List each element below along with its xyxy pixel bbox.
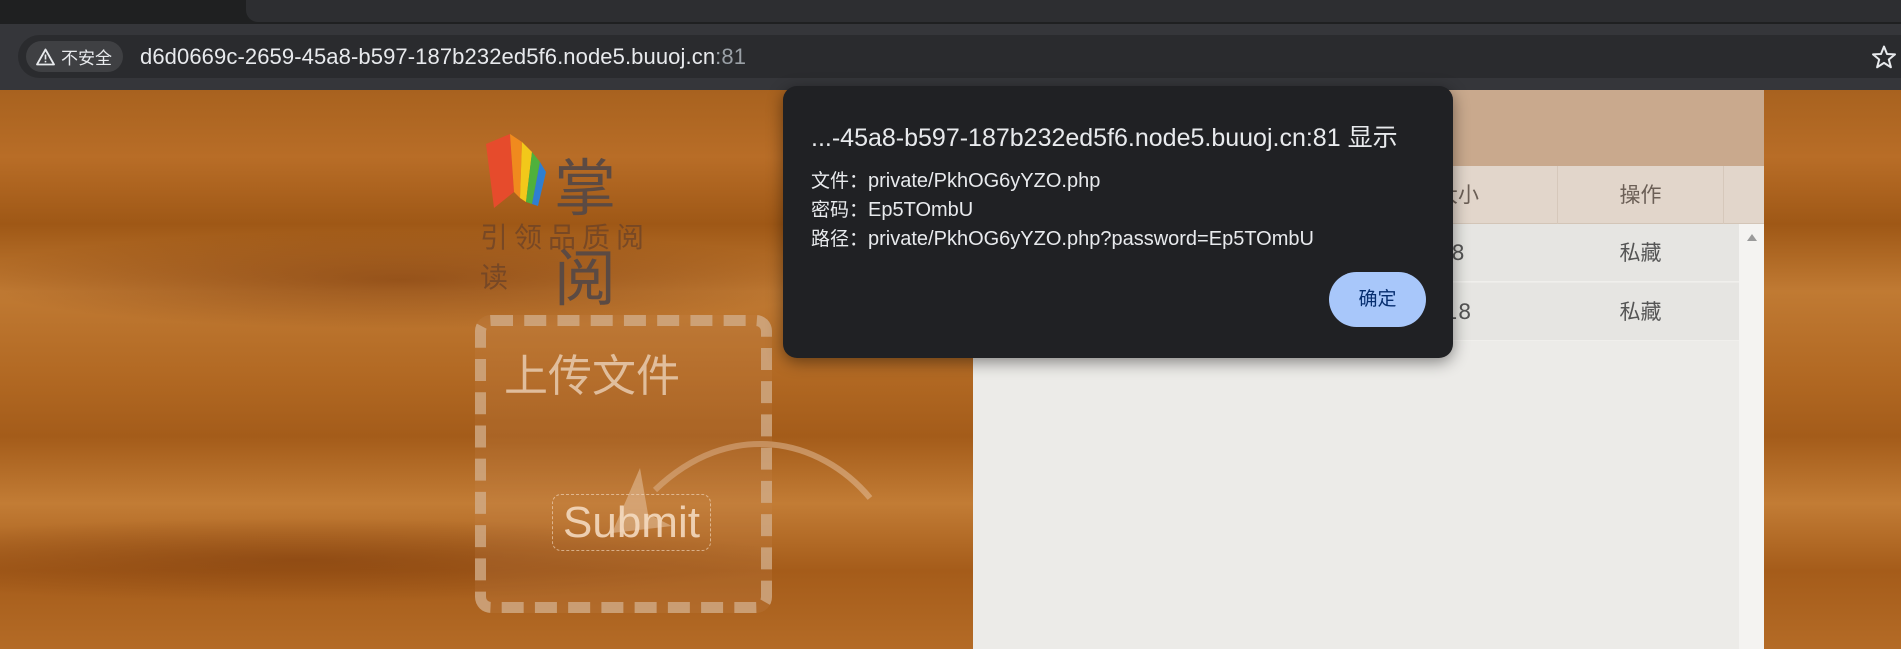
message-key: 密码： [811, 199, 869, 221]
security-chip-label: 不安全 [61, 49, 112, 69]
browser-toolbar: 不安全 d6d0669c-2659-45a8-b597-187b232ed5f6… [0, 24, 1901, 90]
dialog-message-line: 密码：Ep5TOmbU [811, 195, 973, 222]
cell-action[interactable]: 私藏 [1558, 224, 1723, 282]
warning-triangle-icon [36, 48, 55, 66]
dialog-title-suffix: 显示 [1347, 123, 1398, 152]
tab-strip [0, 0, 1901, 24]
star-icon[interactable] [1871, 44, 1897, 70]
alert-dialog: ...-45a8-b597-187b232ed5f6.node5.buuoj.c… [783, 86, 1453, 358]
security-chip[interactable]: 不安全 [26, 41, 123, 72]
message-value: Ep5TOmbU [868, 199, 974, 221]
logo-slogan: 引领品质阅读 [480, 221, 651, 294]
cell-action[interactable]: 私藏 [1558, 283, 1723, 341]
column-header-action: 操作 [1619, 183, 1662, 207]
logo: 掌阅 引领品质阅读 [480, 130, 680, 315]
dialog-message-line: 文件：private/PkhOG6yYZO.php [811, 166, 1100, 193]
message-value: private/PkhOG6yYZO.php [868, 170, 1101, 192]
url-host: d6d0669c-2659-45a8-b597-187b232ed5f6.nod… [140, 44, 716, 69]
column-divider [1723, 166, 1724, 224]
dialog-origin: ...-45a8-b597-187b232ed5f6.node5.buuoj.c… [811, 124, 1341, 152]
dialog-title: ...-45a8-b597-187b232ed5f6.node5.buuoj.c… [811, 118, 1398, 154]
message-value: private/PkhOG6yYZO.php?password=Ep5TOmbU [868, 228, 1314, 250]
book-logo-icon [486, 134, 546, 208]
ok-button[interactable]: 确定 [1329, 272, 1426, 327]
message-key: 文件： [811, 170, 869, 192]
table-scrollbar[interactable] [1739, 224, 1764, 649]
scroll-up-arrow-icon[interactable] [1747, 234, 1757, 241]
message-key: 路径： [811, 228, 869, 250]
url-port: :81 [715, 44, 747, 69]
submit-button[interactable]: Submit [552, 494, 711, 551]
url-text[interactable]: d6d0669c-2659-45a8-b597-187b232ed5f6.nod… [140, 44, 746, 70]
active-tab[interactable] [246, 0, 1901, 22]
upload-title: 上传文件 [504, 351, 680, 402]
address-bar[interactable]: 不安全 d6d0669c-2659-45a8-b597-187b232ed5f6… [18, 35, 1901, 78]
upload-dropzone[interactable]: 上传文件 Submit [475, 315, 772, 613]
dialog-message-line: 路径：private/PkhOG6yYZO.php?password=Ep5TO… [811, 224, 1314, 251]
